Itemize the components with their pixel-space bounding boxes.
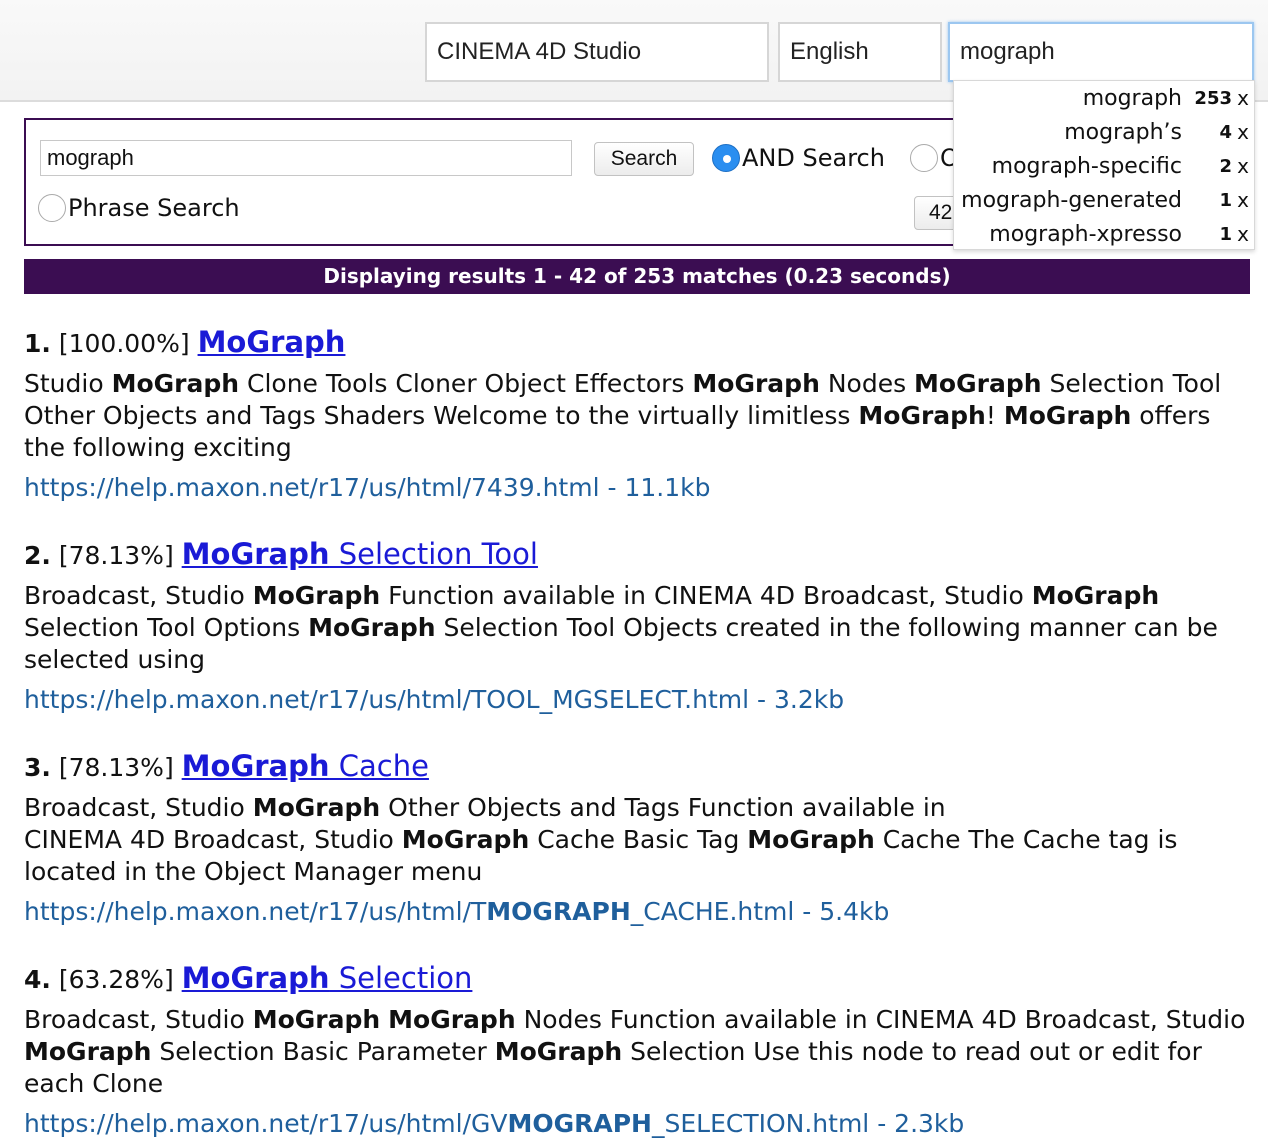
result-title-link[interactable]: MoGraph Cache <box>182 749 429 783</box>
autocomplete-count: 253 <box>1194 87 1232 109</box>
autocomplete-term[interactable]: mograph-generated <box>954 188 1188 213</box>
autocomplete-count: 4 <box>1219 121 1232 143</box>
result-title-link[interactable]: MoGraph <box>198 325 346 359</box>
result-item: 3. [78.13%] MoGraph Cache Broadcast, Stu… <box>24 746 1250 958</box>
autocomplete-term[interactable]: mograph’s <box>954 120 1188 145</box>
result-number: 3. <box>24 753 51 782</box>
and-search-radio[interactable]: AND Search <box>712 144 885 172</box>
or-search-radio[interactable]: O <box>910 144 959 172</box>
phrase-search-radio[interactable]: Phrase Search <box>38 194 240 222</box>
result-item: 4. [63.28%] MoGraph Selection Broadcast,… <box>24 958 1250 1148</box>
remove-suggestion-icon[interactable]: x <box>1232 222 1254 246</box>
remove-suggestion-icon[interactable]: x <box>1232 86 1254 110</box>
result-snippet: Broadcast, Studio MoGraph MoGraph Nodes … <box>24 1005 1246 1098</box>
query-input[interactable]: mograph <box>40 140 572 176</box>
autocomplete-item[interactable]: mograph 253 x <box>954 81 1254 115</box>
autocomplete-count: 1 <box>1219 189 1232 211</box>
result-header: 4. [63.28%] MoGraph Selection <box>24 958 1250 1000</box>
result-number: 2. <box>24 541 51 570</box>
result-snippet: Broadcast, Studio MoGraph Other Objects … <box>24 793 1178 886</box>
result-url[interactable]: https://help.maxon.net/r17/us/html/GVMOG… <box>24 1106 1250 1142</box>
result-score: [63.28%] <box>58 965 174 994</box>
and-search-label: AND Search <box>742 144 885 172</box>
result-item: 2. [78.13%] MoGraph Selection Tool Broad… <box>24 534 1250 746</box>
result-number: 4. <box>24 965 51 994</box>
result-number: 1. <box>24 329 51 358</box>
result-score: [100.00%] <box>58 329 190 358</box>
results-status-bar: Displaying results 1 - 42 of 253 matches… <box>24 259 1250 294</box>
autocomplete-item[interactable]: mograph’s 4 x <box>954 115 1254 149</box>
autocomplete-term[interactable]: mograph <box>954 86 1188 111</box>
header-search-input[interactable]: mograph <box>948 22 1254 82</box>
result-item: 1. [100.00%] MoGraph Studio MoGraph Clon… <box>24 322 1250 534</box>
search-button[interactable]: Search <box>594 142 694 176</box>
results-list: 1. [100.00%] MoGraph Studio MoGraph Clon… <box>24 322 1250 1148</box>
autocomplete-term[interactable]: mograph-specific <box>954 154 1188 179</box>
result-url[interactable]: https://help.maxon.net/r17/us/html/TOOL_… <box>24 682 1250 718</box>
result-header: 1. [100.00%] MoGraph <box>24 322 1250 364</box>
autocomplete-item[interactable]: mograph-xpresso 1 x <box>954 217 1254 251</box>
result-url[interactable]: https://help.maxon.net/r17/us/html/TMOGR… <box>24 894 1250 930</box>
remove-suggestion-icon[interactable]: x <box>1232 188 1254 212</box>
autocomplete-item[interactable]: mograph-specific 2 x <box>954 149 1254 183</box>
autocomplete-term[interactable]: mograph-xpresso <box>954 222 1188 247</box>
result-title-link[interactable]: MoGraph Selection <box>182 961 473 995</box>
result-score: [78.13%] <box>58 541 174 570</box>
autocomplete-count: 2 <box>1219 155 1232 177</box>
product-select[interactable]: CINEMA 4D Studio <box>425 22 769 82</box>
result-score: [78.13%] <box>58 753 174 782</box>
result-title-link[interactable]: MoGraph Selection Tool <box>182 537 538 571</box>
result-snippet: Studio MoGraph Clone Tools Cloner Object… <box>24 369 1222 462</box>
language-select[interactable]: English <box>778 22 942 82</box>
radio-selected-icon <box>712 144 740 172</box>
result-url[interactable]: https://help.maxon.net/r17/us/html/7439.… <box>24 470 1250 506</box>
result-header: 3. [78.13%] MoGraph Cache <box>24 746 1250 788</box>
autocomplete-dropdown: mograph 253 x mograph’s 4 x mograph-spec… <box>953 80 1255 250</box>
remove-suggestion-icon[interactable]: x <box>1232 120 1254 144</box>
autocomplete-item[interactable]: mograph-generated 1 x <box>954 183 1254 217</box>
autocomplete-count: 1 <box>1219 223 1232 245</box>
phrase-search-label: Phrase Search <box>68 194 240 222</box>
remove-suggestion-icon[interactable]: x <box>1232 154 1254 178</box>
result-header: 2. [78.13%] MoGraph Selection Tool <box>24 534 1250 576</box>
radio-empty-icon <box>910 144 938 172</box>
result-snippet: Broadcast, Studio MoGraph Function avail… <box>24 581 1218 674</box>
radio-empty-icon <box>38 194 66 222</box>
